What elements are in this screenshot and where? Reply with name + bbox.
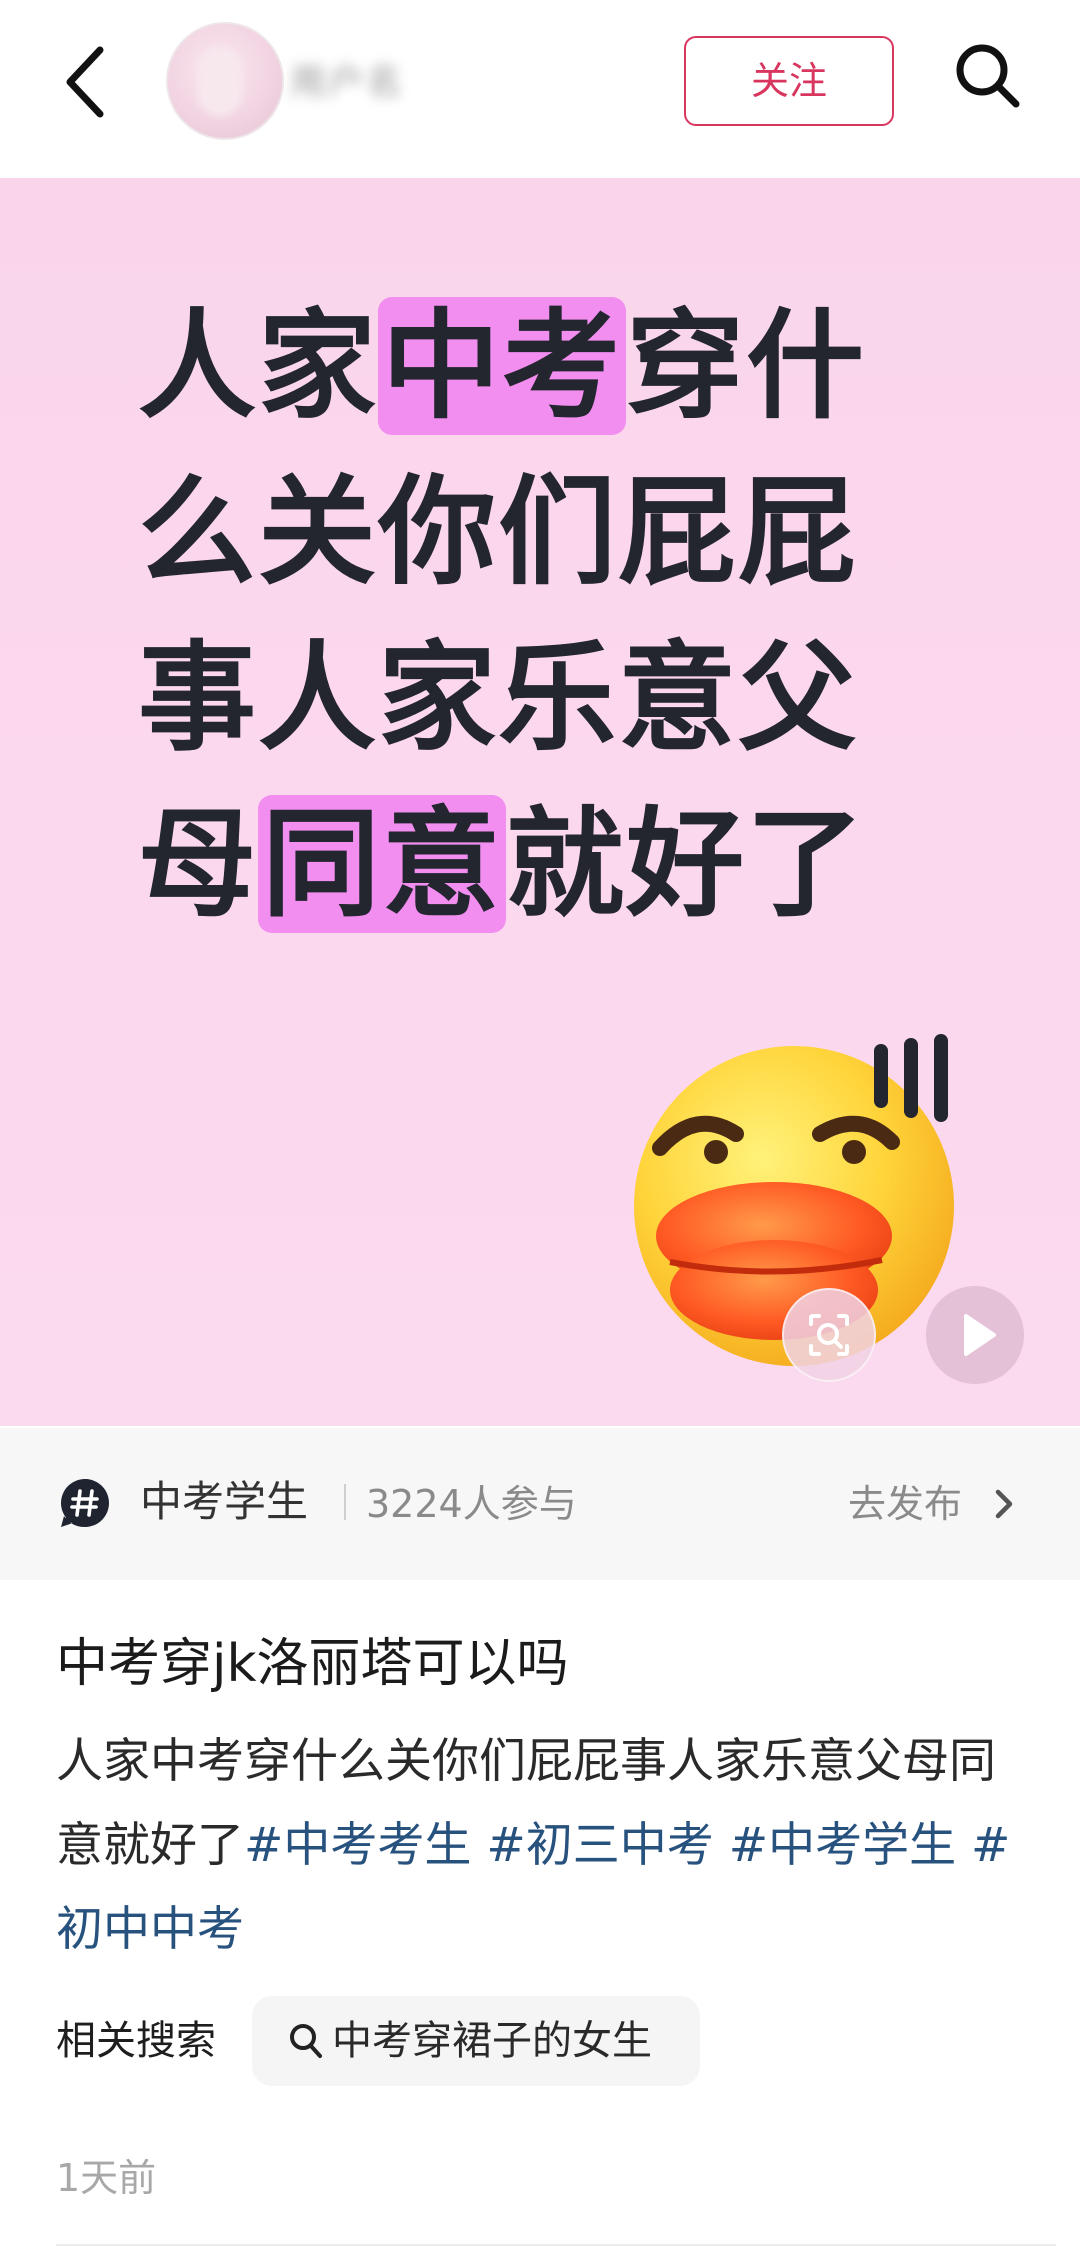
post-page: 用户名 关注 人家中考穿什 么关你们屁屁 事人家乐意父 母同意就好了 中考学生 … [0, 0, 1080, 2257]
top-bar: 用户名 关注 [0, 0, 1080, 176]
username[interactable]: 用户名 [290, 58, 410, 108]
hero-text-line-4: 母同意就好了 [138, 795, 867, 933]
topic-bar[interactable]: 中考学生 3224人参与 去发布 [0, 1428, 1080, 1580]
related-search-query: 中考穿裙子的女生 [332, 2018, 652, 2064]
hashtag-link[interactable]: #中考学生 [729, 1818, 956, 1873]
follow-button[interactable]: 关注 [684, 36, 894, 126]
divider [56, 2244, 1056, 2246]
hero-highlight: 中考 [378, 297, 627, 435]
hashtag-icon [61, 1479, 109, 1527]
topic-name[interactable]: 中考学生 [140, 1472, 308, 1532]
play-button[interactable] [926, 1286, 1024, 1384]
post-image[interactable]: 人家中考穿什 么关你们屁屁 事人家乐意父 母同意就好了 [0, 178, 1080, 1426]
avatar-image [198, 48, 242, 116]
play-icon [964, 1314, 996, 1356]
post-time: 1天前 [56, 2156, 157, 2200]
back-button[interactable] [52, 36, 124, 128]
go-post-link[interactable]: 去发布 [848, 1474, 962, 1534]
related-search-chip[interactable]: 中考穿裙子的女生 [252, 1996, 700, 2086]
hashtag-link[interactable]: #中考考生 [244, 1818, 471, 1873]
hero-text-line-2: 么关你们屁屁 [138, 463, 859, 601]
post-title: 中考穿jk洛丽塔可以吗 [56, 1634, 569, 1694]
hero-highlight: 同意 [258, 795, 507, 933]
search-icon [956, 44, 1020, 108]
chevron-right-icon [995, 1489, 1013, 1519]
post-body: 人家中考穿什么关你们屁屁事人家乐意父母同意就好了#中考考生 #初三中考 #中考学… [56, 1720, 1020, 1972]
hero-text-line-1: 人家中考穿什 [138, 297, 867, 435]
back-icon [66, 46, 104, 118]
related-search-label: 相关搜索 [56, 2018, 216, 2064]
avatar[interactable] [166, 22, 284, 140]
topic-participants: 3224人参与 [366, 1482, 577, 1526]
search-icon [290, 2024, 322, 2058]
scan-icon [809, 1314, 849, 1356]
image-search-button[interactable] [782, 1288, 876, 1382]
divider [344, 1484, 346, 1520]
search-button[interactable] [946, 34, 1030, 118]
hashtag-link[interactable]: #初三中考 [486, 1818, 713, 1873]
hero-text-line-3: 事人家乐意父 [138, 629, 859, 767]
